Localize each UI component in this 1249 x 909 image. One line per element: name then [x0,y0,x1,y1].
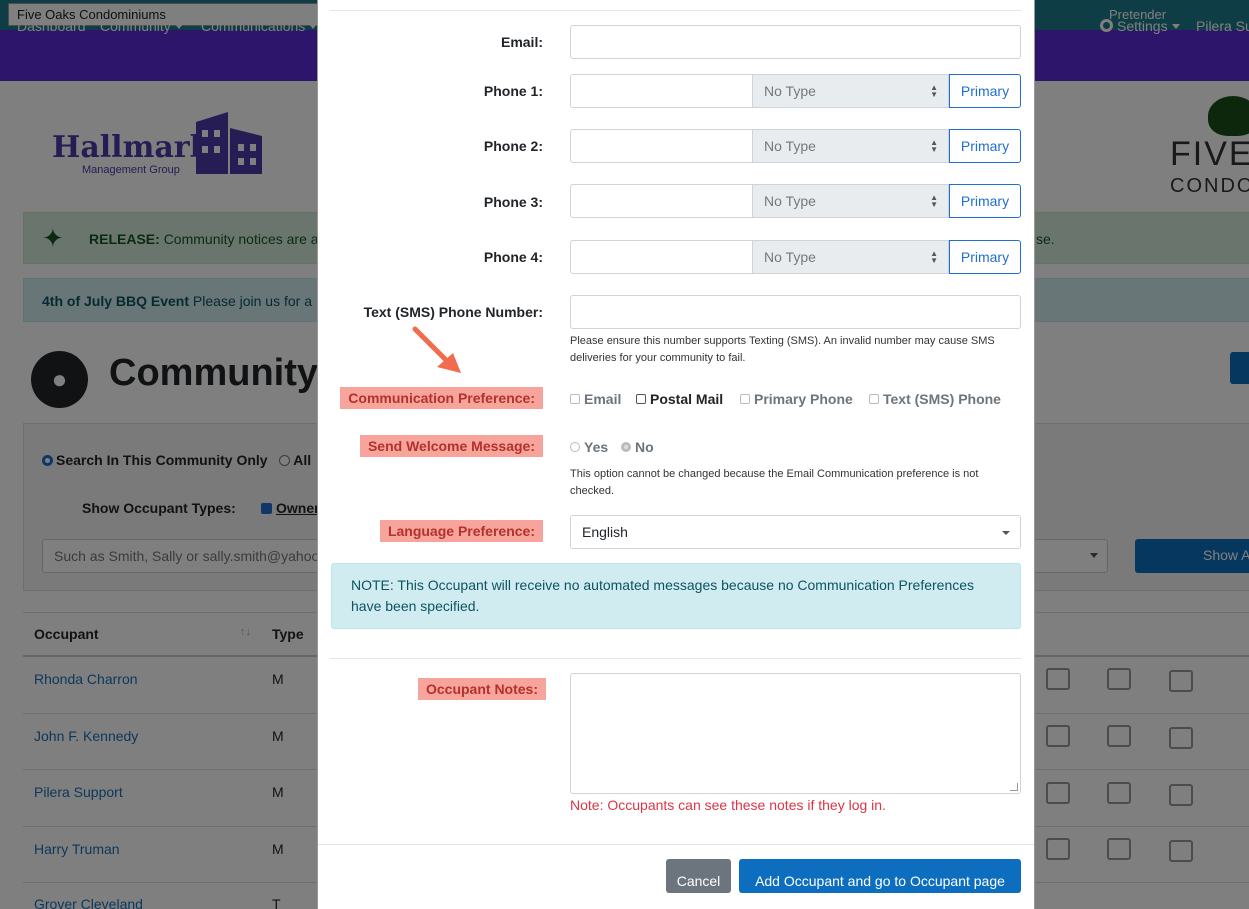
language-preference-label: Language Preference: [379,520,543,542]
welcome-no-label: No [635,439,654,455]
phone2-primary-button[interactable]: Primary [949,129,1021,163]
cancel-button[interactable]: Cancel [666,859,731,893]
comm-postal-label: Postal Mail [650,391,724,407]
notes-warning-text: Note: Occupants can see these notes if t… [570,797,886,813]
checkbox-icon [570,394,580,404]
phone2-label: Phone 2: [483,138,543,154]
modal-divider [330,658,1021,659]
phone2-type-select[interactable]: No Type ▲ ▼ [752,129,949,163]
phone1-type-select[interactable]: No Type ▲ ▼ [752,74,949,108]
no-preferences-note: NOTE: This Occupant will receive no auto… [331,563,1021,629]
comm-email-checkbox: Email [570,391,621,407]
phone1-type-value: No Type [764,83,816,99]
comm-sms-phone-checkbox: Text (SMS) Phone [869,391,1001,407]
phone1-primary-button[interactable]: Primary [949,74,1021,108]
add-occupant-submit-button[interactable]: Add Occupant and go to Occupant page [739,859,1021,893]
radio-selected-icon [621,442,631,452]
modal-divider [330,10,1021,11]
annotation-arrow-icon [412,326,461,373]
occupant-notes-label: Occupant Notes: [417,678,546,700]
phone4-label: Phone 4: [483,249,543,265]
email-label: Email: [500,34,543,50]
phone3-type-select[interactable]: No Type ▲ ▼ [752,184,949,218]
select-arrows-icon: ▲ ▼ [930,138,938,154]
select-arrows-icon: ▲ ▼ [930,193,938,209]
phone2-field[interactable] [570,129,753,163]
welcome-help-text: This option cannot be changed because th… [570,468,979,497]
phone1-field[interactable] [570,74,753,108]
sms-phone-field[interactable] [570,295,1021,329]
phone4-type-value: No Type [764,249,816,265]
phone2-type-value: No Type [764,138,816,154]
chevron-down-icon [1002,531,1010,535]
radio-icon [570,442,580,452]
phone3-primary-button[interactable]: Primary [949,184,1021,218]
phone3-field[interactable] [570,184,753,218]
phone1-label: Phone 1: [483,83,543,99]
sms-help-text: Please ensure this number supports Texti… [570,335,995,364]
welcome-yes-radio: Yes [570,439,608,455]
select-arrows-icon: ▲ ▼ [930,249,938,265]
occupant-notes-textarea[interactable] [570,673,1021,794]
welcome-yes-label: Yes [584,439,609,455]
resize-handle-icon[interactable] [1010,783,1018,791]
welcome-no-radio: No [621,439,654,455]
sms-phone-label: Text (SMS) Phone Number: [363,304,543,320]
comm-email-label: Email [584,391,622,407]
comm-primary-phone-label: Primary Phone [754,391,853,407]
modal-footer-divider [318,844,1034,845]
phone4-primary-button[interactable]: Primary [949,240,1021,274]
phone3-type-value: No Type [764,193,816,209]
checkbox-icon [869,394,879,404]
checkbox-icon [636,394,646,404]
send-welcome-label: Send Welcome Message: [359,435,543,457]
comm-primary-phone-checkbox: Primary Phone [740,391,853,407]
comm-sms-phone-label: Text (SMS) Phone [883,391,1001,407]
language-select[interactable]: English [570,515,1021,549]
language-value: English [582,524,628,540]
checkbox-icon [740,394,750,404]
phone4-field[interactable] [570,240,753,274]
phone3-label: Phone 3: [483,194,543,210]
select-arrows-icon: ▲ ▼ [930,83,938,99]
phone4-type-select[interactable]: No Type ▲ ▼ [752,240,949,274]
comm-postal-checkbox[interactable]: Postal Mail [636,391,723,407]
email-field[interactable] [570,25,1021,59]
communication-preference-label: Communication Preference: [340,387,543,409]
